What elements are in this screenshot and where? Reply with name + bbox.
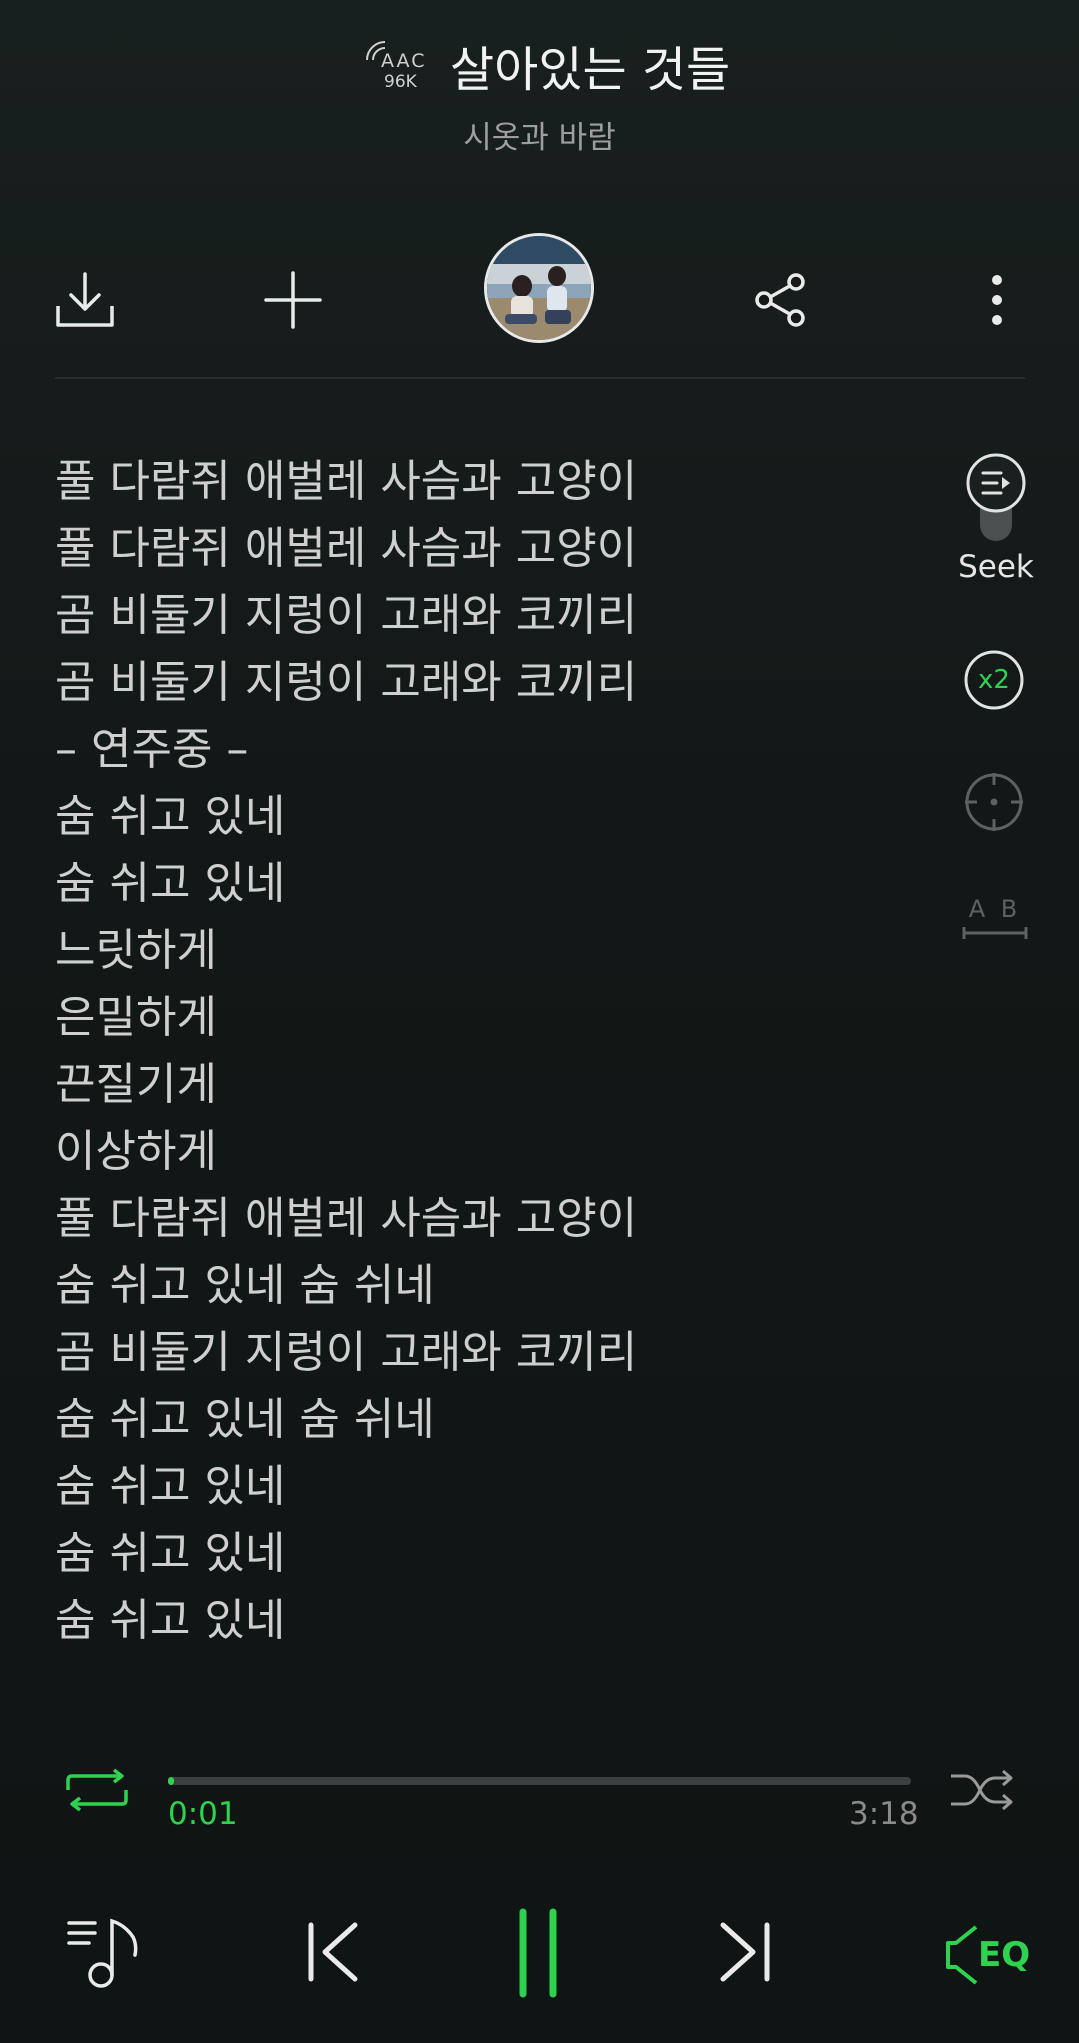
ab-range-icon: [962, 927, 1028, 939]
playlist-icon: [67, 1918, 138, 1988]
add-to-playlist-button[interactable]: [258, 265, 328, 335]
pause-button[interactable]: [503, 1905, 573, 2000]
lyric-line[interactable]: 숨 쉬고 있네: [55, 850, 915, 917]
next-button[interactable]: [710, 1912, 780, 1992]
seek-toggle[interactable]: [962, 450, 1030, 545]
ab-label: A B: [968, 895, 1022, 923]
ab-repeat-button[interactable]: A B: [960, 895, 1030, 945]
share-button[interactable]: [746, 265, 816, 335]
codec-label: AAC: [381, 50, 427, 72]
more-options-button[interactable]: [962, 265, 1032, 335]
lyric-line[interactable]: 풀 다람쥐 애벌레 사슴과 고양이: [55, 448, 915, 515]
locate-current-line-button[interactable]: [962, 770, 1026, 834]
progress-track[interactable]: [168, 1777, 911, 1785]
lyric-line[interactable]: 이상하게: [55, 1118, 915, 1185]
previous-icon: [308, 1922, 358, 1982]
lyric-line[interactable]: 느릿하게: [55, 917, 915, 984]
more-vertical-icon: [992, 275, 1002, 325]
lyric-line[interactable]: – 연주중 –: [55, 716, 915, 783]
album-photo: [487, 236, 591, 340]
playlist-button[interactable]: [60, 1910, 146, 1996]
shuffle-icon: [951, 1769, 1013, 1811]
lyric-line[interactable]: 풀 다람쥐 애벌레 사슴과 고양이: [55, 1185, 915, 1252]
download-button[interactable]: [50, 265, 120, 335]
seek-icon: [966, 453, 1026, 541]
lyric-line[interactable]: 숨 쉬고 있네 숨 쉬네: [55, 1252, 915, 1319]
lyrics-view[interactable]: 풀 다람쥐 애벌레 사슴과 고양이 풀 다람쥐 애벌레 사슴과 고양이 곰 비둘…: [55, 448, 915, 1654]
divider: [55, 377, 1025, 379]
artist-name[interactable]: 시옷과 바람: [0, 112, 1079, 157]
lyric-line[interactable]: 숨 쉬고 있네 숨 쉬네: [55, 1386, 915, 1453]
lyric-line[interactable]: 곰 비둘기 지렁이 고래와 코끼리: [55, 582, 915, 649]
equalizer-button[interactable]: EQ: [940, 1915, 1040, 1995]
speed-label: x2: [978, 665, 1010, 695]
lyric-line[interactable]: 곰 비둘기 지렁이 고래와 코끼리: [55, 1319, 915, 1386]
current-time: 0:01: [168, 1796, 238, 1832]
speaker-icon: [946, 1925, 978, 1985]
previous-button[interactable]: [298, 1912, 368, 1992]
lyric-line[interactable]: 은밀하게: [55, 984, 915, 1051]
eq-label: EQ: [978, 1935, 1031, 1975]
lyric-line[interactable]: 풀 다람쥐 애벌레 사슴과 고양이: [55, 515, 915, 582]
repeat-icon: [66, 1768, 128, 1812]
repeat-button[interactable]: [60, 1765, 134, 1815]
total-time: 3:18: [849, 1796, 919, 1832]
lyric-line[interactable]: 숨 쉬고 있네: [55, 1520, 915, 1587]
album-art[interactable]: [484, 233, 594, 343]
lyric-line[interactable]: 끈질기게: [55, 1051, 915, 1118]
crosshair-icon: [965, 773, 1023, 831]
shuffle-button[interactable]: [945, 1765, 1019, 1815]
progress-fill: [168, 1777, 174, 1785]
pause-icon: [519, 1908, 557, 1997]
download-icon: [56, 272, 114, 327]
speed-button[interactable]: x2: [962, 648, 1026, 712]
lyric-line[interactable]: 숨 쉬고 있네: [55, 783, 915, 850]
audio-quality-badge: AAC 96K: [365, 40, 435, 95]
lyric-line[interactable]: 숨 쉬고 있네: [55, 1453, 915, 1520]
lyric-line[interactable]: 숨 쉬고 있네: [55, 1587, 915, 1654]
share-icon: [755, 273, 805, 327]
lyric-line[interactable]: 곰 비둘기 지렁이 고래와 코끼리: [55, 649, 915, 716]
next-icon: [720, 1922, 770, 1982]
seek-label: Seek: [958, 549, 1034, 585]
song-title: 살아있는 것들: [450, 42, 731, 98]
plus-icon: [264, 271, 322, 329]
bitrate-label: 96K: [384, 72, 417, 92]
